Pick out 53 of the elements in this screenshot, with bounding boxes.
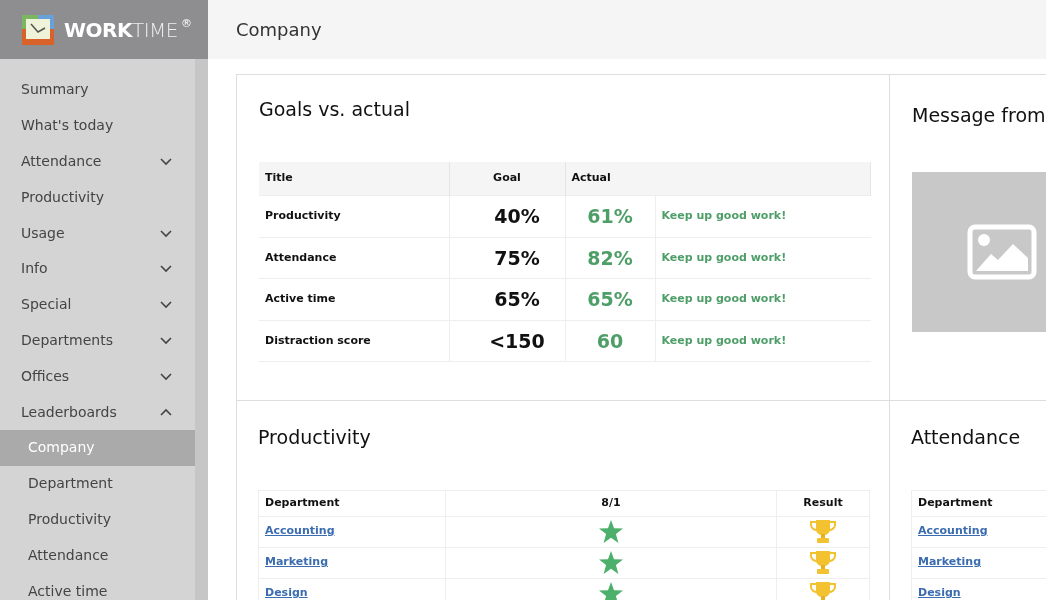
image-icon [967, 223, 1037, 280]
table-cell: Keep up good work! [655, 195, 871, 237]
section-title: Message from [912, 103, 1046, 128]
sidebar-subitem[interactable]: Attendance [0, 537, 195, 574]
table-cell: 40% [449, 195, 565, 237]
table-cell: Keep up good work! [655, 278, 871, 320]
column-header: Title [259, 161, 449, 196]
sidebar-item[interactable]: Special [0, 286, 195, 323]
clock-logo-icon [22, 14, 54, 45]
sidebar-subitem[interactable]: Productivity [0, 501, 195, 538]
sidebar-item[interactable]: What's today [0, 107, 195, 144]
table-cell: 65% [449, 278, 565, 320]
brand-name: WORK [64, 16, 132, 44]
section-title: Attendance [911, 425, 1022, 450]
table-cell: Attendance [259, 237, 449, 279]
column-header: Actual [565, 161, 871, 196]
column-header: 8/1 [445, 490, 777, 516]
trophy-icon [810, 551, 836, 574]
table-cell: Active time [259, 278, 449, 320]
table-cell: 60 [565, 320, 655, 362]
sidebar-item[interactable]: Departments [0, 322, 195, 359]
department-link[interactable]: Design [265, 586, 308, 600]
brand-name-suffix: TIME [131, 16, 178, 44]
sidebar-subitem[interactable]: Active time [0, 573, 195, 600]
sidebar-item[interactable]: Offices [0, 358, 195, 395]
table-cell: Productivity [259, 195, 449, 237]
sidebar-item[interactable]: Productivity [0, 179, 195, 216]
sidebar-item[interactable]: Info [0, 251, 195, 287]
sidebar-item[interactable]: Attendance [0, 143, 195, 180]
table-cell: 75% [449, 237, 565, 279]
trophy-icon [810, 582, 836, 600]
table-cell: Keep up good work! [655, 320, 871, 362]
sidebar-item[interactable]: Leaderboards [0, 394, 195, 430]
page-title: Company [236, 18, 322, 42]
column-header: Goal [449, 161, 565, 196]
table-cell: Distraction score [259, 320, 449, 362]
registered-mark: ® [181, 15, 192, 32]
column-header: Result [776, 490, 870, 516]
sidebar-item[interactable]: Usage [0, 215, 195, 251]
table-cell: Keep up good work! [655, 237, 871, 279]
department-link[interactable]: Accounting [265, 524, 335, 538]
sidebar-item[interactable]: Summary [0, 72, 195, 108]
column-header: Department [911, 490, 1046, 516]
department-link[interactable]: Marketing [265, 555, 328, 569]
column-header: Department [258, 490, 446, 516]
section-title: Goals vs. actual [259, 97, 411, 122]
table-cell: 61% [565, 195, 655, 237]
sidebar-subitem[interactable]: Department [0, 465, 195, 502]
table-cell: 82% [565, 237, 655, 279]
table-cell: <150 [449, 320, 565, 362]
trophy-icon [810, 520, 836, 543]
table-cell: 65% [565, 278, 655, 320]
section-title: Productivity [258, 425, 372, 450]
